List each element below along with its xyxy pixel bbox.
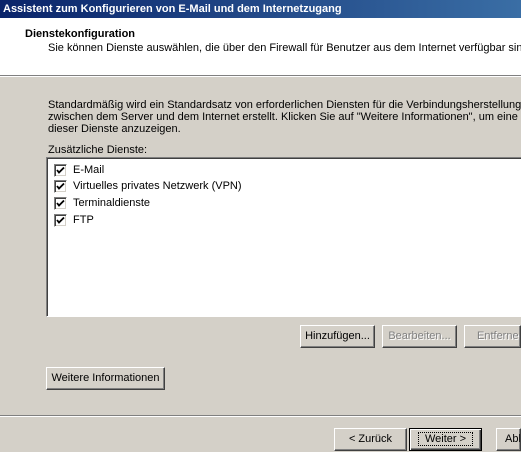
edit-button[interactable]: Bearbeiten... — [382, 325, 457, 348]
cancel-button[interactable]: Abbrechen — [496, 428, 521, 451]
email-checkbox[interactable] — [54, 164, 67, 177]
service-label: Terminaldienste — [73, 197, 151, 209]
checkmark-icon — [56, 216, 65, 224]
description-line: dieser Dienste anzuzeigen. — [48, 123, 181, 135]
service-label: E-Mail — [73, 164, 105, 176]
service-label: Virtuelles privates Netzwerk (VPN) — [73, 180, 242, 192]
window-title: Assistent zum Konfigurieren von E-Mail u… — [3, 3, 342, 15]
services-listbox[interactable]: E-Mail Virtuelles privates Netzwerk (VPN… — [46, 157, 521, 317]
description-line: Standardmäßig wird ein Standardsatz von … — [48, 99, 521, 111]
next-button[interactable]: Weiter > — [409, 428, 482, 451]
description-line: zwischen dem Server und dem Internet ers… — [48, 111, 521, 123]
remove-button[interactable]: Entfernen — [464, 325, 521, 348]
page-title: Dienstekonfiguration — [25, 28, 136, 40]
back-button[interactable]: < Zurück — [334, 428, 407, 451]
ftp-checkbox[interactable] — [54, 214, 67, 227]
more-info-button[interactable]: Weitere Informationen — [46, 367, 165, 390]
checkmark-icon — [56, 182, 65, 190]
description-text: Standardmäßig wird ein Standardsatz von … — [48, 99, 521, 135]
terminal-checkbox[interactable] — [54, 197, 67, 210]
footer-divider-highlight — [0, 416, 521, 417]
checkmark-icon — [56, 166, 65, 174]
vpn-checkbox[interactable] — [54, 180, 67, 193]
service-label: FTP — [73, 214, 94, 226]
services-label: Zusätzliche Dienste: — [48, 144, 148, 156]
header-divider — [0, 76, 521, 77]
checkmark-icon — [56, 199, 65, 207]
add-button[interactable]: Hinzufügen... — [300, 325, 375, 348]
next-button-label: Weiter > — [417, 432, 474, 446]
title-bar: Assistent zum Konfigurieren von E-Mail u… — [0, 0, 521, 18]
page-subtitle: Sie können Dienste auswählen, die über d… — [48, 42, 521, 54]
wizard-header: Dienstekonfiguration Sie können Dienste … — [0, 18, 521, 76]
